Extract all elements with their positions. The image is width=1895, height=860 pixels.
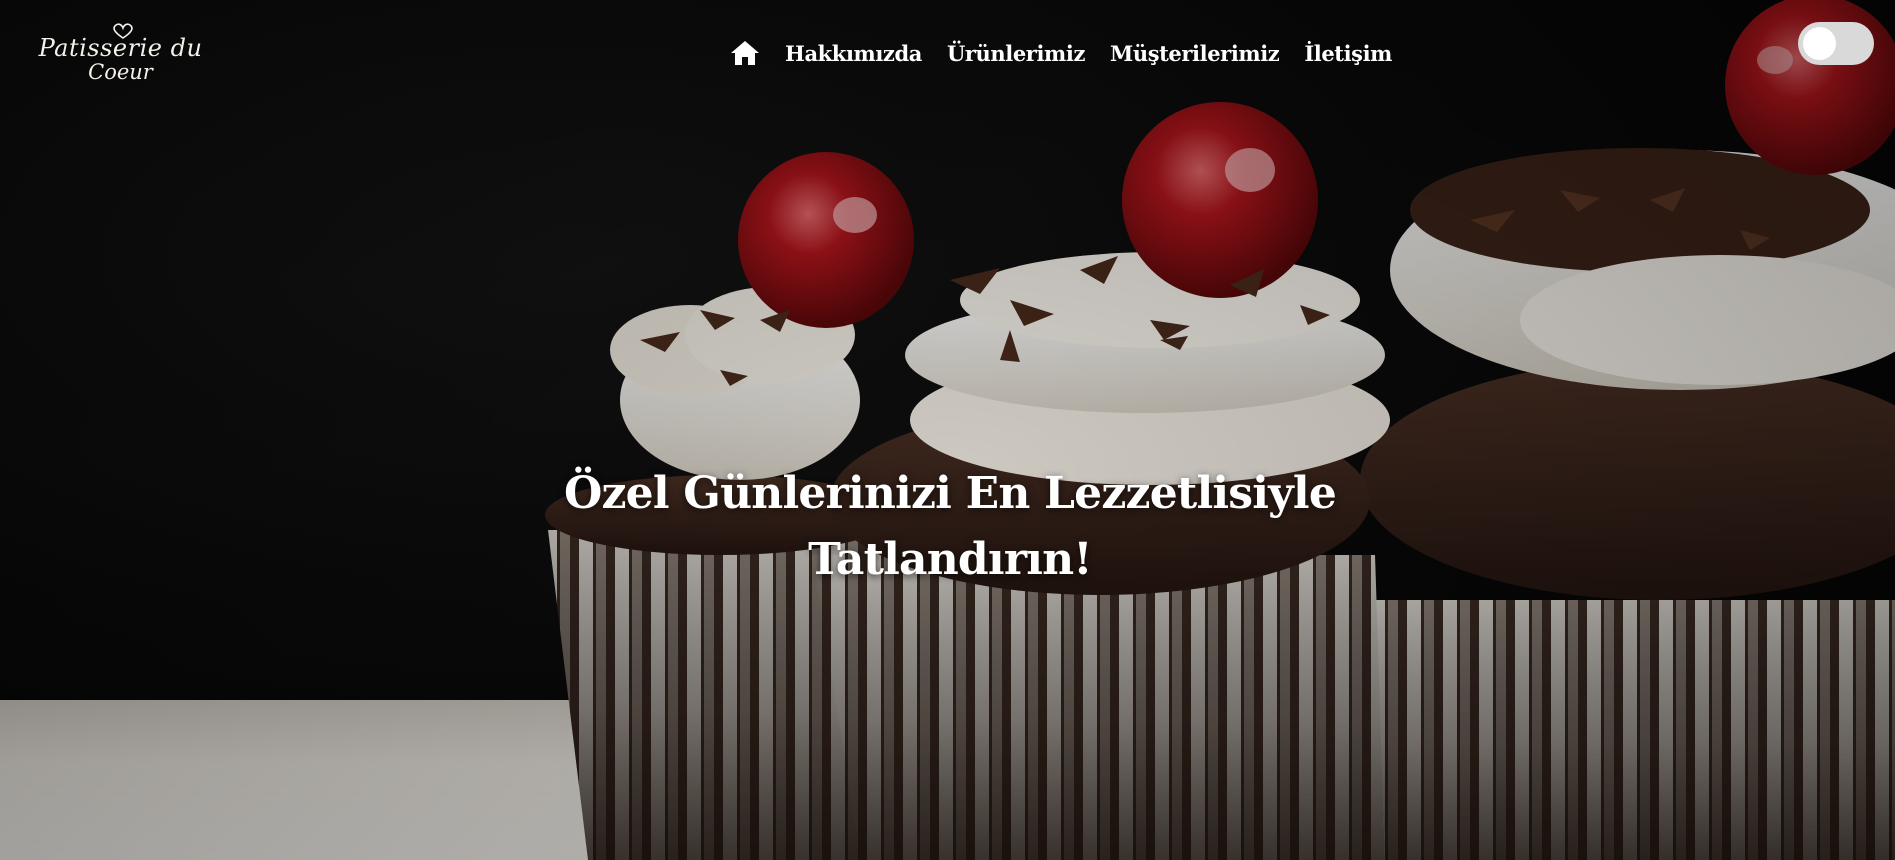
hero-background-image xyxy=(545,0,1895,860)
toggle-knob xyxy=(1803,27,1836,60)
logo-text-line1: Patisserie du xyxy=(38,34,203,62)
logo-text-line2: Coeur xyxy=(88,60,153,84)
cupcake-right xyxy=(1335,0,1895,860)
nav-item-products[interactable]: Ürünlerimiz xyxy=(947,41,1085,66)
main-nav: Hakkımızda Ürünlerimiz Müşterilerimiz İl… xyxy=(730,36,1392,70)
brand-logo[interactable]: Patisserie du Coeur xyxy=(28,22,213,88)
nav-item-about[interactable]: Hakkımızda xyxy=(785,41,922,66)
hero-headline: Özel Günlerinizi En Lezzetlisiyle Tatlan… xyxy=(563,468,1337,586)
nav-home-link[interactable] xyxy=(730,39,760,67)
home-icon xyxy=(731,41,759,65)
nav-item-contact[interactable]: İletişim xyxy=(1304,41,1392,66)
hero-section xyxy=(0,0,1895,860)
theme-toggle[interactable] xyxy=(1798,22,1874,65)
nav-item-customers[interactable]: Müşterilerimiz xyxy=(1110,41,1280,66)
